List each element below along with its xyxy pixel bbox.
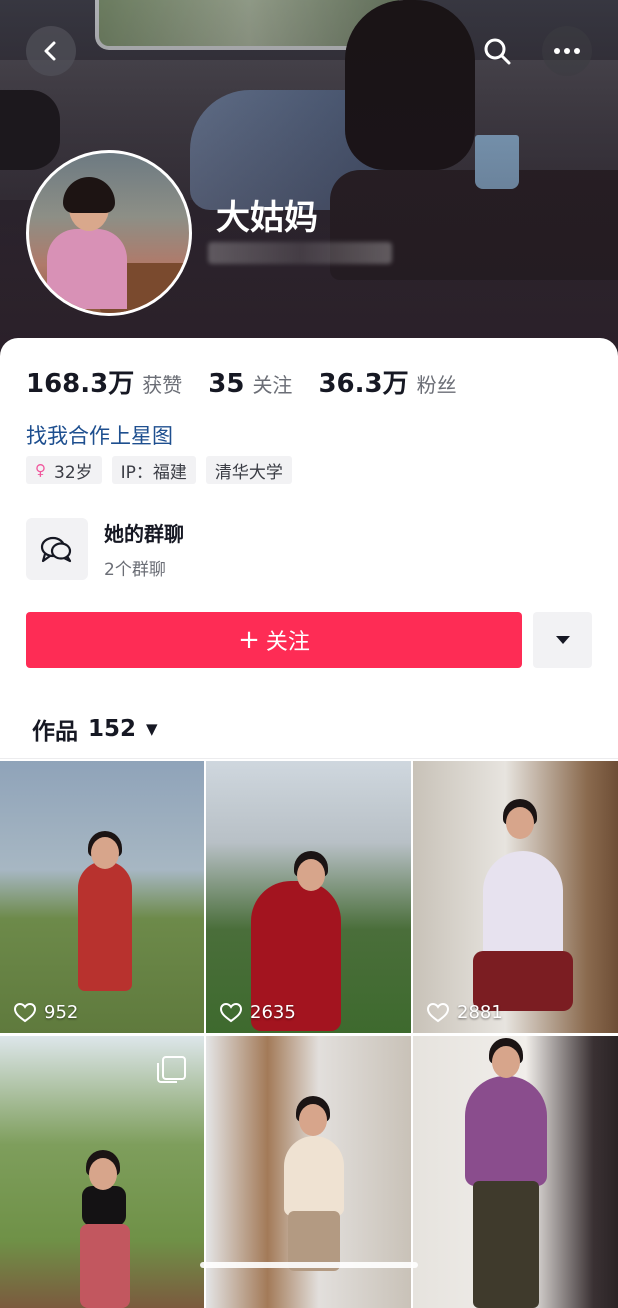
tab-works-caret-icon[interactable]: ▼ (146, 720, 158, 738)
group-chat-entry[interactable]: 她的群聊 2个群聊 (26, 518, 184, 580)
group-chat-title: 她的群聊 (104, 522, 184, 546)
tile-figure-head (299, 1104, 327, 1136)
stat-following[interactable]: 35 关注 (208, 369, 292, 399)
video-likes: 952 (14, 1002, 78, 1023)
video-likes-count: 2881 (457, 1002, 503, 1023)
video-tile[interactable]: 2635 (206, 761, 411, 1033)
tile-figure (483, 851, 563, 961)
video-tile[interactable]: 952 (0, 761, 204, 1033)
stats-row: 168.3万 获赞 35 关注 36.3万 粉丝 (26, 363, 483, 400)
more-button[interactable] (542, 26, 592, 76)
video-likes-count: 952 (44, 1002, 79, 1023)
tab-divider (0, 758, 618, 759)
more-dots-icon (554, 48, 580, 54)
video-tile[interactable]: 2881 (413, 761, 618, 1033)
profile-tags: ♀ 32岁 IP：福建 清华大学 (26, 456, 302, 484)
chat-bubbles-icon (40, 536, 72, 563)
caret-down-icon (555, 636, 570, 644)
tab-works-count: 152 (88, 716, 137, 742)
avatar-body (47, 229, 127, 309)
video-tile[interactable] (413, 1036, 618, 1308)
follow-button[interactable]: + 关注 (26, 612, 522, 668)
video-likes: 2635 (220, 1002, 296, 1023)
back-button[interactable] (26, 26, 76, 76)
stat-following-value: 35 (208, 369, 245, 399)
video-grid: 952 2635 2881 (0, 761, 618, 1308)
group-chat-text: 她的群聊 2个群聊 (104, 518, 184, 580)
tab-works[interactable]: 作品 152 ▼ (32, 712, 158, 746)
video-likes: 2881 (427, 1002, 503, 1023)
age-tag-label: 32岁 (54, 462, 93, 483)
plus-icon: + (238, 625, 260, 655)
heart-icon (220, 1002, 242, 1022)
avatar-hair (63, 177, 115, 213)
stat-followers-value: 36.3万 (318, 369, 409, 399)
stat-followers-label: 粉丝 (416, 373, 457, 397)
video-likes-count: 2635 (250, 1002, 296, 1023)
tab-works-label: 作品 (32, 719, 78, 745)
stat-following-label: 关注 (252, 373, 293, 397)
female-icon: ♀ (35, 461, 46, 479)
profile-card: 168.3万 获赞 35 关注 36.3万 粉丝 找我合作上星图 ♀ 32岁 I… (0, 338, 618, 1308)
avatar[interactable] (26, 150, 192, 316)
school-tag-label: 清华大学 (214, 462, 283, 483)
tile-figure-head (297, 859, 325, 891)
tile-figure (284, 1136, 344, 1216)
stat-likes-label: 获赞 (142, 373, 183, 397)
tile-figure (465, 1076, 547, 1186)
group-chat-subtitle: 2个群聊 (104, 560, 166, 580)
collaboration-link[interactable]: 找我合作上星图 (26, 420, 173, 450)
video-tile[interactable] (0, 1036, 204, 1308)
tile-figure (78, 861, 132, 991)
heart-icon (14, 1002, 36, 1022)
recommend-dropdown-button[interactable] (533, 612, 592, 668)
tile-figure-head (89, 1158, 117, 1190)
stat-likes-value: 168.3万 (26, 369, 135, 399)
age-tag: ♀ 32岁 (26, 456, 102, 484)
heart-icon (427, 1002, 449, 1022)
blurred-user-id (208, 242, 392, 264)
tile-figure-pants (80, 1224, 130, 1308)
multi-image-icon (157, 1056, 186, 1083)
username: 大姑妈 (216, 198, 318, 238)
search-button[interactable] (472, 26, 522, 76)
tile-figure-head (91, 837, 119, 869)
school-tag[interactable]: 清华大学 (205, 456, 292, 484)
tile-figure-head (492, 1046, 520, 1078)
stat-likes[interactable]: 168.3万 获赞 (26, 363, 182, 400)
chevron-left-icon (44, 41, 56, 61)
tile-figure (82, 1186, 126, 1226)
tile-figure-head (506, 807, 534, 839)
group-chat-icon-box (26, 518, 88, 580)
follow-button-label: 关注 (265, 630, 310, 655)
ip-tag: IP：福建 (111, 456, 196, 484)
ip-tag-label: IP：福建 (120, 462, 187, 483)
tile-figure-skirt (473, 1181, 539, 1308)
search-icon (484, 38, 511, 65)
stat-followers[interactable]: 36.3万 粉丝 (318, 363, 456, 400)
home-indicator[interactable] (200, 1262, 418, 1268)
